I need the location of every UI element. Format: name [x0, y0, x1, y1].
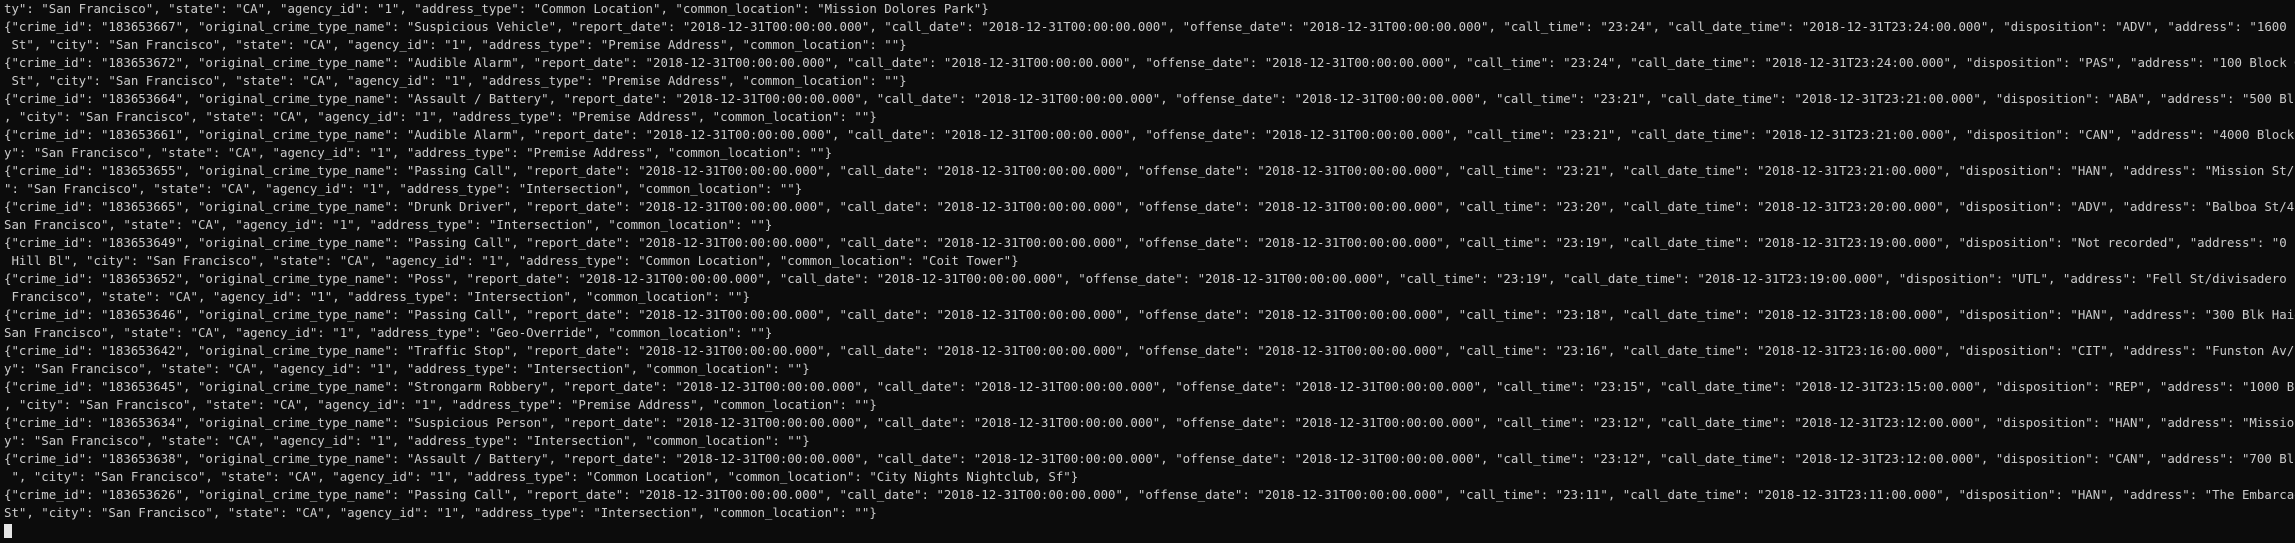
text-cursor	[4, 524, 12, 538]
terminal-line: {"crime_id": "183653665", "original_crim…	[4, 199, 2295, 214]
terminal-line: San Francisco", "state": "CA", "agency_i…	[4, 325, 773, 340]
terminal-line: Hill Bl", "city": "San Francisco", "stat…	[4, 253, 1019, 268]
terminal-window[interactable]: ty": "San Francisco", "state": "CA", "ag…	[0, 0, 2295, 543]
terminal-line: St", "city": "San Francisco", "state": "…	[4, 37, 907, 52]
terminal-line: y": "San Francisco", "state": "CA", "age…	[4, 145, 833, 160]
terminal-line: {"crime_id": "183653645", "original_crim…	[4, 379, 2295, 394]
terminal-line: {"crime_id": "183653661", "original_crim…	[4, 127, 2295, 142]
terminal-line: {"crime_id": "183653638", "original_crim…	[4, 451, 2295, 466]
terminal-line: y": "San Francisco", "state": "CA", "age…	[4, 361, 810, 376]
terminal-line: {"crime_id": "183653634", "original_crim…	[4, 415, 2295, 430]
terminal-line: , "city": "San Francisco", "state": "CA"…	[4, 109, 877, 124]
terminal-line: , "city": "San Francisco", "state": "CA"…	[4, 397, 877, 412]
terminal-line: {"crime_id": "183653626", "original_crim…	[4, 487, 2295, 502]
terminal-line: {"crime_id": "183653646", "original_crim…	[4, 307, 2295, 322]
terminal-line: Francisco", "state": "CA", "agency_id": …	[4, 289, 750, 304]
terminal-line: {"crime_id": "183653667", "original_crim…	[4, 19, 2295, 34]
terminal-line: {"crime_id": "183653642", "original_crim…	[4, 343, 2295, 358]
terminal-line: ty": "San Francisco", "state": "CA", "ag…	[4, 1, 989, 16]
terminal-line: ", "city": "San Francisco", "state": "CA…	[4, 469, 1079, 484]
terminal-line: St", "city": "San Francisco", "state": "…	[4, 73, 907, 88]
terminal-line: St", "city": "San Francisco", "state": "…	[4, 505, 877, 520]
terminal-line: ": "San Francisco", "state": "CA", "agen…	[4, 181, 803, 196]
terminal-line: {"crime_id": "183653655", "original_crim…	[4, 163, 2295, 178]
terminal-line: {"crime_id": "183653649", "original_crim…	[4, 235, 2295, 250]
terminal-line: {"crime_id": "183653652", "original_crim…	[4, 271, 2295, 286]
terminal-line: San Francisco", "state": "CA", "agency_i…	[4, 217, 773, 232]
terminal-line: {"crime_id": "183653664", "original_crim…	[4, 91, 2295, 106]
terminal-prompt-line[interactable]	[4, 522, 2295, 540]
terminal-line: {"crime_id": "183653672", "original_crim…	[4, 55, 2295, 70]
terminal-line: y": "San Francisco", "state": "CA", "age…	[4, 433, 810, 448]
